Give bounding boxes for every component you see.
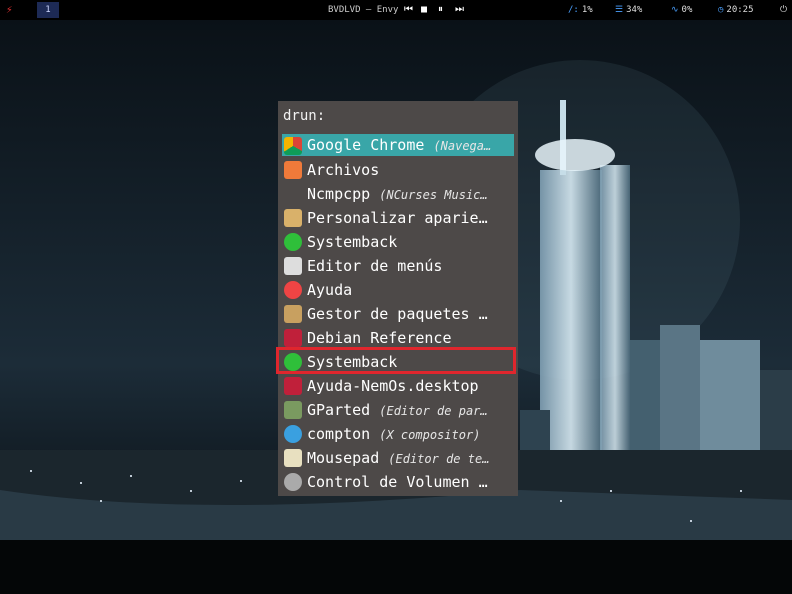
previous-track-icon[interactable]: ⏮: [404, 0, 413, 20]
launcher-item-hint: (Editor de par…: [379, 404, 488, 418]
clock: ◷ 20:25: [718, 0, 754, 20]
folder-icon: [284, 161, 302, 179]
launcher-item[interactable]: Ncmpcpp (NCurses Music…: [282, 182, 514, 206]
launcher-item[interactable]: Systemback: [282, 230, 514, 254]
clock-icon: ◷: [718, 5, 724, 15]
disk-icon: /:: [568, 5, 579, 15]
launcher-item-label: Editor de menús: [307, 257, 443, 275]
clock-value: 20:25: [726, 5, 754, 15]
launcher-item[interactable]: compton (X compositor): [282, 422, 514, 446]
disk-usage: /: 1%: [568, 0, 593, 20]
launcher-item-label: Ayuda: [307, 281, 353, 299]
launcher-item-hint: (Navega…: [433, 139, 492, 153]
launcher-item-label: Ayuda-NemOs.desktop: [307, 377, 479, 395]
menu-editor-icon: [284, 257, 302, 275]
launcher-item-label: Ncmpcpp: [307, 185, 371, 203]
launcher-item[interactable]: Ayuda-NemOs.desktop: [282, 374, 514, 398]
next-track-icon[interactable]: ⏭: [455, 0, 464, 20]
debian-icon: [284, 329, 302, 347]
cpu-usage: ∿ 0%: [671, 0, 692, 20]
launcher-item-label: Archivos: [307, 161, 380, 179]
gparted-icon: [284, 401, 302, 419]
appearance-icon: [284, 209, 302, 227]
launcher-item-label: compton: [307, 425, 371, 443]
memory-icon: ☰: [615, 5, 624, 15]
launcher-item-hint: (NCurses Music…: [379, 188, 488, 202]
memory-usage: ☰ 34%: [615, 0, 642, 20]
launcher-item-label: GParted: [307, 401, 371, 419]
launcher-item-label: Personalizar aparie…: [307, 209, 488, 227]
cpu-value: 0%: [681, 5, 693, 15]
power-icon[interactable]: ⏻: [780, 0, 787, 20]
launcher-item-label: Control de Volumen …: [307, 473, 488, 491]
pause-icon[interactable]: ⏸: [438, 0, 443, 20]
workspace-indicator[interactable]: 1: [37, 2, 59, 18]
launcher-item-hint: (X compositor): [379, 428, 481, 442]
launcher-item-label: Mousepad: [307, 449, 380, 467]
launcher-item-label: Debian Reference: [307, 329, 452, 347]
help-icon: [284, 281, 302, 299]
memory-value: 34%: [626, 5, 643, 15]
notepad-icon: [284, 449, 302, 467]
disk-value: 1%: [581, 5, 593, 15]
lightning-icon[interactable]: ⚡: [6, 0, 13, 20]
now-playing-title: BVDLVD – Envy: [328, 5, 399, 15]
systemback-icon: [284, 233, 302, 251]
chrome-icon: [284, 137, 302, 155]
volume-icon: [284, 473, 302, 491]
launcher-item[interactable]: Ayuda: [282, 278, 514, 302]
launcher-item-label: Gestor de paquetes …: [307, 305, 488, 323]
launcher-item[interactable]: Control de Volumen …: [282, 470, 514, 494]
launcher-item[interactable]: Editor de menús: [282, 254, 514, 278]
launcher-item-hint: (Editor de te…: [388, 452, 490, 466]
launcher-item[interactable]: GParted (Editor de par…: [282, 398, 514, 422]
highlight-box: [276, 347, 516, 374]
launcher-item[interactable]: Google Chrome (Navega…: [282, 134, 514, 156]
stop-icon[interactable]: ■: [421, 0, 427, 20]
package-icon: [284, 305, 302, 323]
debian-icon: [284, 377, 302, 395]
launcher-item[interactable]: Gestor de paquetes …: [282, 302, 514, 326]
top-bar: ⚡ 1 BVDLVD – Envy ⏮ ■ ⏸ ⏭ /: 1% ☰ 34% ∿ 0% …: [0, 0, 792, 20]
launcher-list: Google Chrome (Navega… Archivos Ncmpcpp (N…: [282, 134, 514, 494]
launcher-item[interactable]: Archivos: [282, 158, 514, 182]
launcher-item-label: Google Chrome: [307, 136, 425, 154]
app-launcher: drun: Google Chrome (Navega… Archivos Ncmp…: [278, 101, 518, 496]
launcher-prompt[interactable]: drun:: [283, 108, 325, 124]
gear-icon: [284, 425, 302, 443]
cpu-icon: ∿: [671, 5, 679, 15]
launcher-item-label: Systemback: [307, 233, 398, 251]
launcher-item[interactable]: Mousepad (Editor de te…: [282, 446, 514, 470]
launcher-item[interactable]: Personalizar aparie…: [282, 206, 514, 230]
